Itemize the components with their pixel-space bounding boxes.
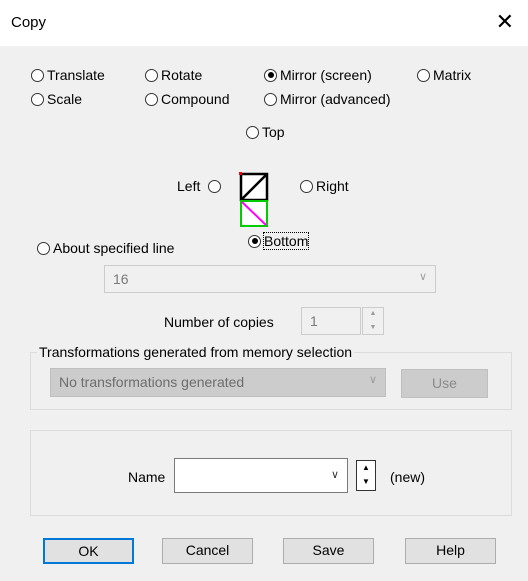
line-value: 16 — [113, 271, 129, 287]
arrow-up-icon[interactable]: ▲ — [363, 308, 383, 321]
copies-label: Number of copies — [164, 314, 274, 330]
radio-mirror-screen[interactable]: Mirror (screen) — [264, 67, 372, 83]
copies-stepper[interactable]: ▲ ▼ — [362, 307, 384, 335]
radio-translate[interactable]: Translate — [31, 67, 105, 83]
radio-right[interactable]: Right — [300, 178, 349, 194]
copies-input[interactable]: 1 — [301, 307, 361, 335]
ok-button[interactable]: OK — [43, 538, 134, 564]
cancel-button[interactable]: Cancel — [162, 538, 253, 564]
memory-select[interactable]: No transformations generated ∨ — [50, 368, 386, 397]
radio-top[interactable]: Top — [246, 124, 285, 140]
radio-label: Translate — [47, 67, 105, 83]
arrow-down-icon[interactable]: ▼ — [357, 476, 375, 491]
radio-circle — [300, 179, 313, 193]
radio-label: Bottom — [262, 232, 310, 250]
name-status: (new) — [390, 469, 426, 485]
memory-group-label: Transformations generated from memory se… — [37, 344, 355, 360]
radio-circle — [208, 179, 222, 193]
help-button[interactable]: Help — [405, 538, 496, 564]
window-title: Copy — [11, 14, 47, 31]
radio-matrix[interactable]: Matrix — [417, 67, 471, 83]
radio-circle — [264, 92, 277, 106]
radio-mirror-advanced[interactable]: Mirror (advanced) — [264, 91, 390, 107]
save-button[interactable]: Save — [283, 538, 374, 564]
arrow-up-icon[interactable]: ▲ — [357, 462, 375, 477]
mirror-preview-icon — [239, 172, 269, 227]
radio-circle — [417, 68, 430, 82]
radio-label: Rotate — [161, 67, 203, 83]
name-stepper[interactable]: ▲ ▼ — [356, 460, 376, 491]
name-label: Name — [128, 469, 166, 485]
radio-circle — [248, 234, 261, 248]
radio-circle — [31, 68, 44, 82]
copies-value: 1 — [310, 313, 318, 329]
radio-label: Top — [262, 124, 285, 140]
radio-about-specified-line[interactable]: About specified line — [37, 240, 174, 256]
radio-label: Mirror (screen) — [280, 67, 372, 83]
radio-label: Compound — [161, 91, 230, 107]
radio-left[interactable]: Left — [177, 178, 222, 194]
radio-bottom[interactable]: Bottom — [248, 232, 310, 250]
close-icon[interactable]: ✕ — [496, 9, 514, 35]
radio-circle — [145, 92, 158, 106]
radio-circle — [37, 241, 50, 255]
arrow-down-icon[interactable]: ▼ — [363, 322, 383, 335]
radio-label: Left — [177, 178, 201, 194]
copy-dialog: Copy ✕ Translate Rotate Mirror (screen) … — [0, 0, 528, 581]
radio-circle — [246, 125, 259, 139]
radio-circle — [31, 92, 44, 106]
radio-circle — [264, 68, 277, 82]
radio-label: Matrix — [433, 67, 472, 83]
line-select[interactable]: 16 ∨ — [104, 265, 436, 293]
chevron-down-icon: ∨ — [330, 469, 339, 481]
radio-scale[interactable]: Scale — [31, 91, 82, 107]
radio-label: Scale — [47, 91, 83, 107]
radio-rotate[interactable]: Rotate — [145, 67, 202, 83]
memory-value: No transformations generated — [59, 374, 245, 390]
radio-label: Right — [316, 178, 349, 194]
name-input[interactable]: ∨ — [174, 458, 348, 493]
title-bar: Copy ✕ — [0, 0, 528, 46]
use-button[interactable]: Use — [401, 369, 488, 398]
radio-compound[interactable]: Compound — [145, 91, 230, 107]
chevron-down-icon: ∨ — [368, 374, 377, 386]
radio-circle — [145, 68, 158, 82]
chevron-down-icon: ∨ — [418, 271, 427, 283]
radio-label: About specified line — [53, 240, 175, 256]
radio-label: Mirror (advanced) — [280, 91, 391, 107]
